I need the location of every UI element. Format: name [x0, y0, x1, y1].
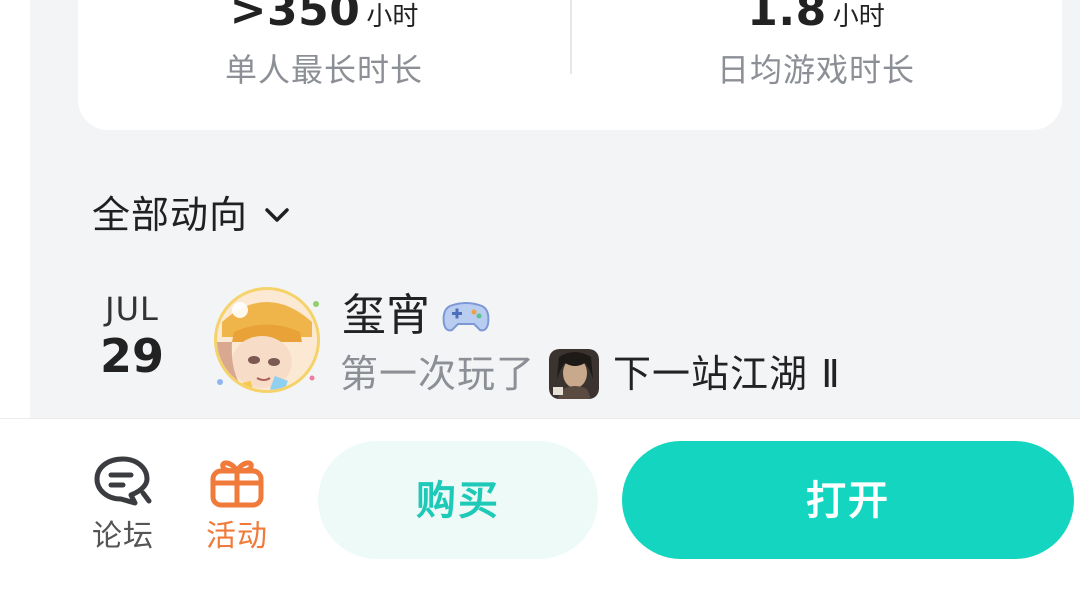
game-detail-page: >350小时 单人最长时长 1.8小时 日均游戏时长 全部动向 JUL 29	[0, 0, 1080, 606]
stat-longest-playtime: >350 小时 单人最长时长	[78, 0, 570, 130]
game-name[interactable]: 下一站江湖 Ⅱ	[613, 346, 841, 402]
stat-label: 单人最长时长	[224, 51, 423, 89]
forum-label: 论坛	[92, 519, 154, 554]
stat-unit: 小时	[366, 2, 419, 32]
activity-verb: 第一次玩了	[340, 352, 536, 396]
activity-date: JUL 29	[92, 290, 172, 384]
event-tab[interactable]: 活动	[192, 449, 282, 559]
stat-value-row: >350 小时	[78, 0, 570, 36]
stat-value: 1.8	[747, 0, 827, 36]
feed-filter-dropdown[interactable]: 全部动向	[92, 190, 292, 240]
avatar[interactable]	[212, 282, 322, 398]
stat-label: 日均游戏时长	[716, 51, 915, 89]
stats-card: >350 小时 单人最长时长 1.8 小时 日均游戏时长	[78, 0, 1062, 130]
chevron-down-icon	[265, 208, 289, 222]
stat-value: >350	[229, 0, 361, 36]
forum-tab[interactable]: 论坛	[78, 449, 168, 559]
activity-description: 第一次玩了 下一站江湖 Ⅱ	[340, 346, 841, 402]
chat-bubble-icon	[94, 456, 152, 506]
open-button[interactable]: 打开	[622, 441, 1074, 559]
stat-daily-playtime: 1.8 小时 日均游戏时长	[570, 0, 1062, 130]
game-thumbnail[interactable]	[549, 349, 600, 399]
date-day: 29	[99, 329, 164, 383]
user-name-row[interactable]: 玺宵	[342, 288, 490, 344]
gamepad-icon	[442, 302, 490, 332]
left-margin	[0, 0, 30, 418]
date-month: JUL	[105, 290, 159, 328]
user-name: 玺宵	[342, 290, 430, 341]
bottom-action-bar: 论坛 活动 购买 打开	[0, 418, 1080, 606]
buy-button[interactable]: 购买	[318, 441, 598, 559]
gift-icon	[210, 460, 264, 508]
stat-value-row: 1.8 小时	[570, 0, 1062, 36]
event-label: 活动	[206, 519, 268, 554]
stat-unit: 小时	[832, 2, 885, 32]
feed-filter-label: 全部动向	[92, 193, 249, 237]
content-area: >350小时 单人最长时长 1.8小时 日均游戏时长 全部动向 JUL 29	[30, 0, 1080, 418]
